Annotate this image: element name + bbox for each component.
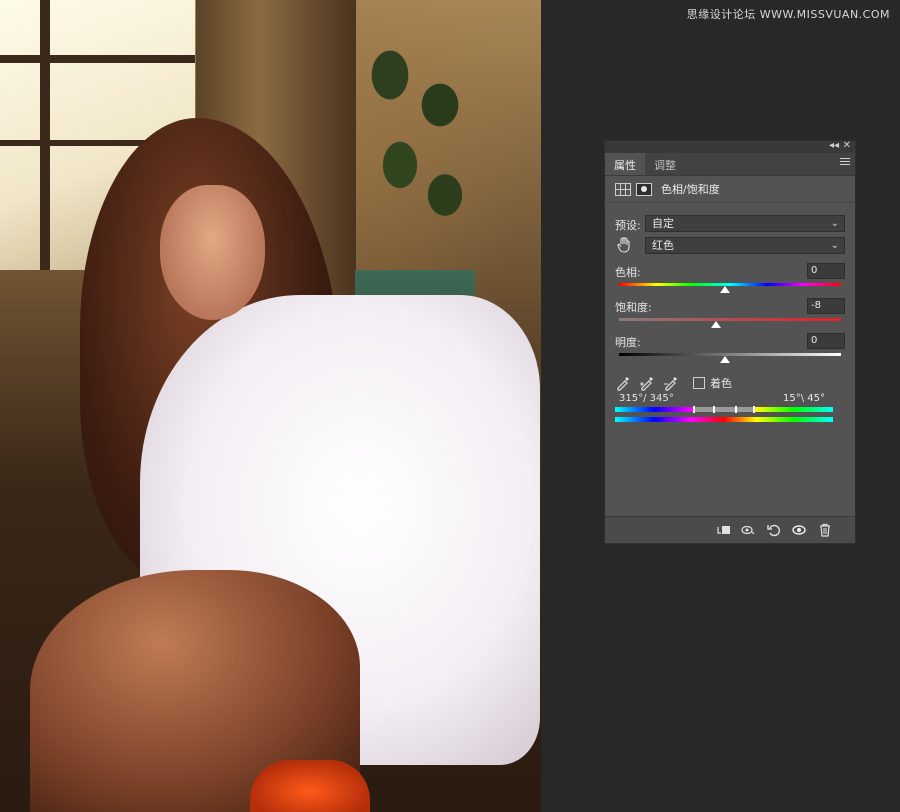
range-slider-inner-right[interactable] (735, 406, 737, 413)
preset-select[interactable]: 自定 ⌄ (645, 215, 845, 232)
panel-title-strip[interactable]: ◂◂ ✕ (605, 140, 855, 153)
layer-mask-icon[interactable] (636, 182, 652, 196)
lightness-input[interactable]: 0 (807, 333, 845, 349)
eyedropper-minus-icon[interactable] (663, 375, 679, 391)
collapse-icon[interactable]: ◂◂ (829, 140, 839, 151)
hue-label: 色相: (615, 266, 641, 279)
panel-menu-icon[interactable] (840, 158, 850, 166)
channel-select[interactable]: 红色 ⌄ (645, 237, 845, 254)
panel-bottom-toolbar (605, 516, 855, 543)
panel-tabs: 属性 调整 (605, 153, 855, 176)
range-slider-outer-left[interactable] (693, 406, 695, 413)
range-slider-outer-right[interactable] (753, 406, 755, 413)
lightness-row: 明度: 0 (615, 333, 845, 363)
hand-target-icon[interactable] (617, 236, 631, 256)
lightness-slider-thumb[interactable] (720, 356, 730, 363)
eyedropper-icon[interactable] (615, 375, 631, 391)
eyedropper-plus-icon[interactable] (639, 375, 655, 391)
channel-row: 红色 ⌄ (615, 236, 845, 256)
saturation-row: 饱和度: -8 (615, 298, 845, 328)
photo-face (160, 185, 265, 320)
reset-icon[interactable] (765, 521, 783, 539)
source-color-spectrum[interactable] (615, 406, 833, 413)
saturation-input[interactable]: -8 (807, 298, 845, 314)
adjustment-layer-icon[interactable] (615, 182, 631, 196)
view-previous-icon[interactable] (739, 521, 757, 539)
hue-input[interactable]: 0 (807, 263, 845, 279)
channel-value: 红色 (652, 239, 674, 252)
tab-adjustments[interactable]: 调整 (645, 153, 685, 175)
colorize-label: 着色 (710, 377, 732, 390)
chevron-down-icon: ⌄ (830, 240, 839, 251)
close-icon[interactable]: ✕ (843, 140, 851, 151)
hue-slider-thumb[interactable] (720, 286, 730, 293)
preset-value: 自定 (652, 217, 674, 230)
saturation-slider-track[interactable] (619, 318, 841, 321)
eye-icon[interactable] (790, 521, 808, 539)
properties-panel: ◂◂ ✕ 属性 调整 色相/饱和度 预设: 自定 ⌄ 红色 ⌄ 色相: 0 饱和… (604, 140, 856, 544)
clip-to-layer-icon[interactable] (715, 521, 733, 539)
lightness-label: 明度: (615, 336, 641, 349)
photo-plant (360, 25, 470, 275)
chevron-down-icon: ⌄ (830, 218, 839, 229)
range-slider-inner-left[interactable] (713, 406, 715, 413)
range-left-degrees: 315°/ 345° (619, 393, 674, 404)
preset-row: 预设: 自定 ⌄ (615, 215, 845, 232)
adjustment-header: 色相/饱和度 (605, 176, 855, 203)
colorize-checkbox[interactable] (693, 377, 705, 389)
result-color-spectrum (615, 417, 833, 422)
hue-row: 色相: 0 (615, 263, 845, 293)
tab-properties[interactable]: 属性 (605, 153, 645, 175)
watermark: 思缘设计论坛 WWW.MISSVUAN.COM (686, 8, 890, 21)
hue-slider-track[interactable] (619, 283, 841, 286)
preset-label: 预设: (615, 219, 641, 232)
adjustment-title: 色相/饱和度 (661, 183, 720, 196)
saturation-slider-thumb[interactable] (711, 321, 721, 328)
eyedropper-tools: 着色 (615, 375, 732, 391)
range-right-degrees: 15°\ 45° (783, 393, 825, 404)
lightness-slider-track[interactable] (619, 353, 841, 356)
canvas-photo (0, 0, 541, 812)
photo-chair (250, 760, 370, 812)
color-range-selection[interactable] (693, 407, 755, 412)
trash-icon[interactable] (816, 521, 834, 539)
saturation-label: 饱和度: (615, 301, 652, 314)
